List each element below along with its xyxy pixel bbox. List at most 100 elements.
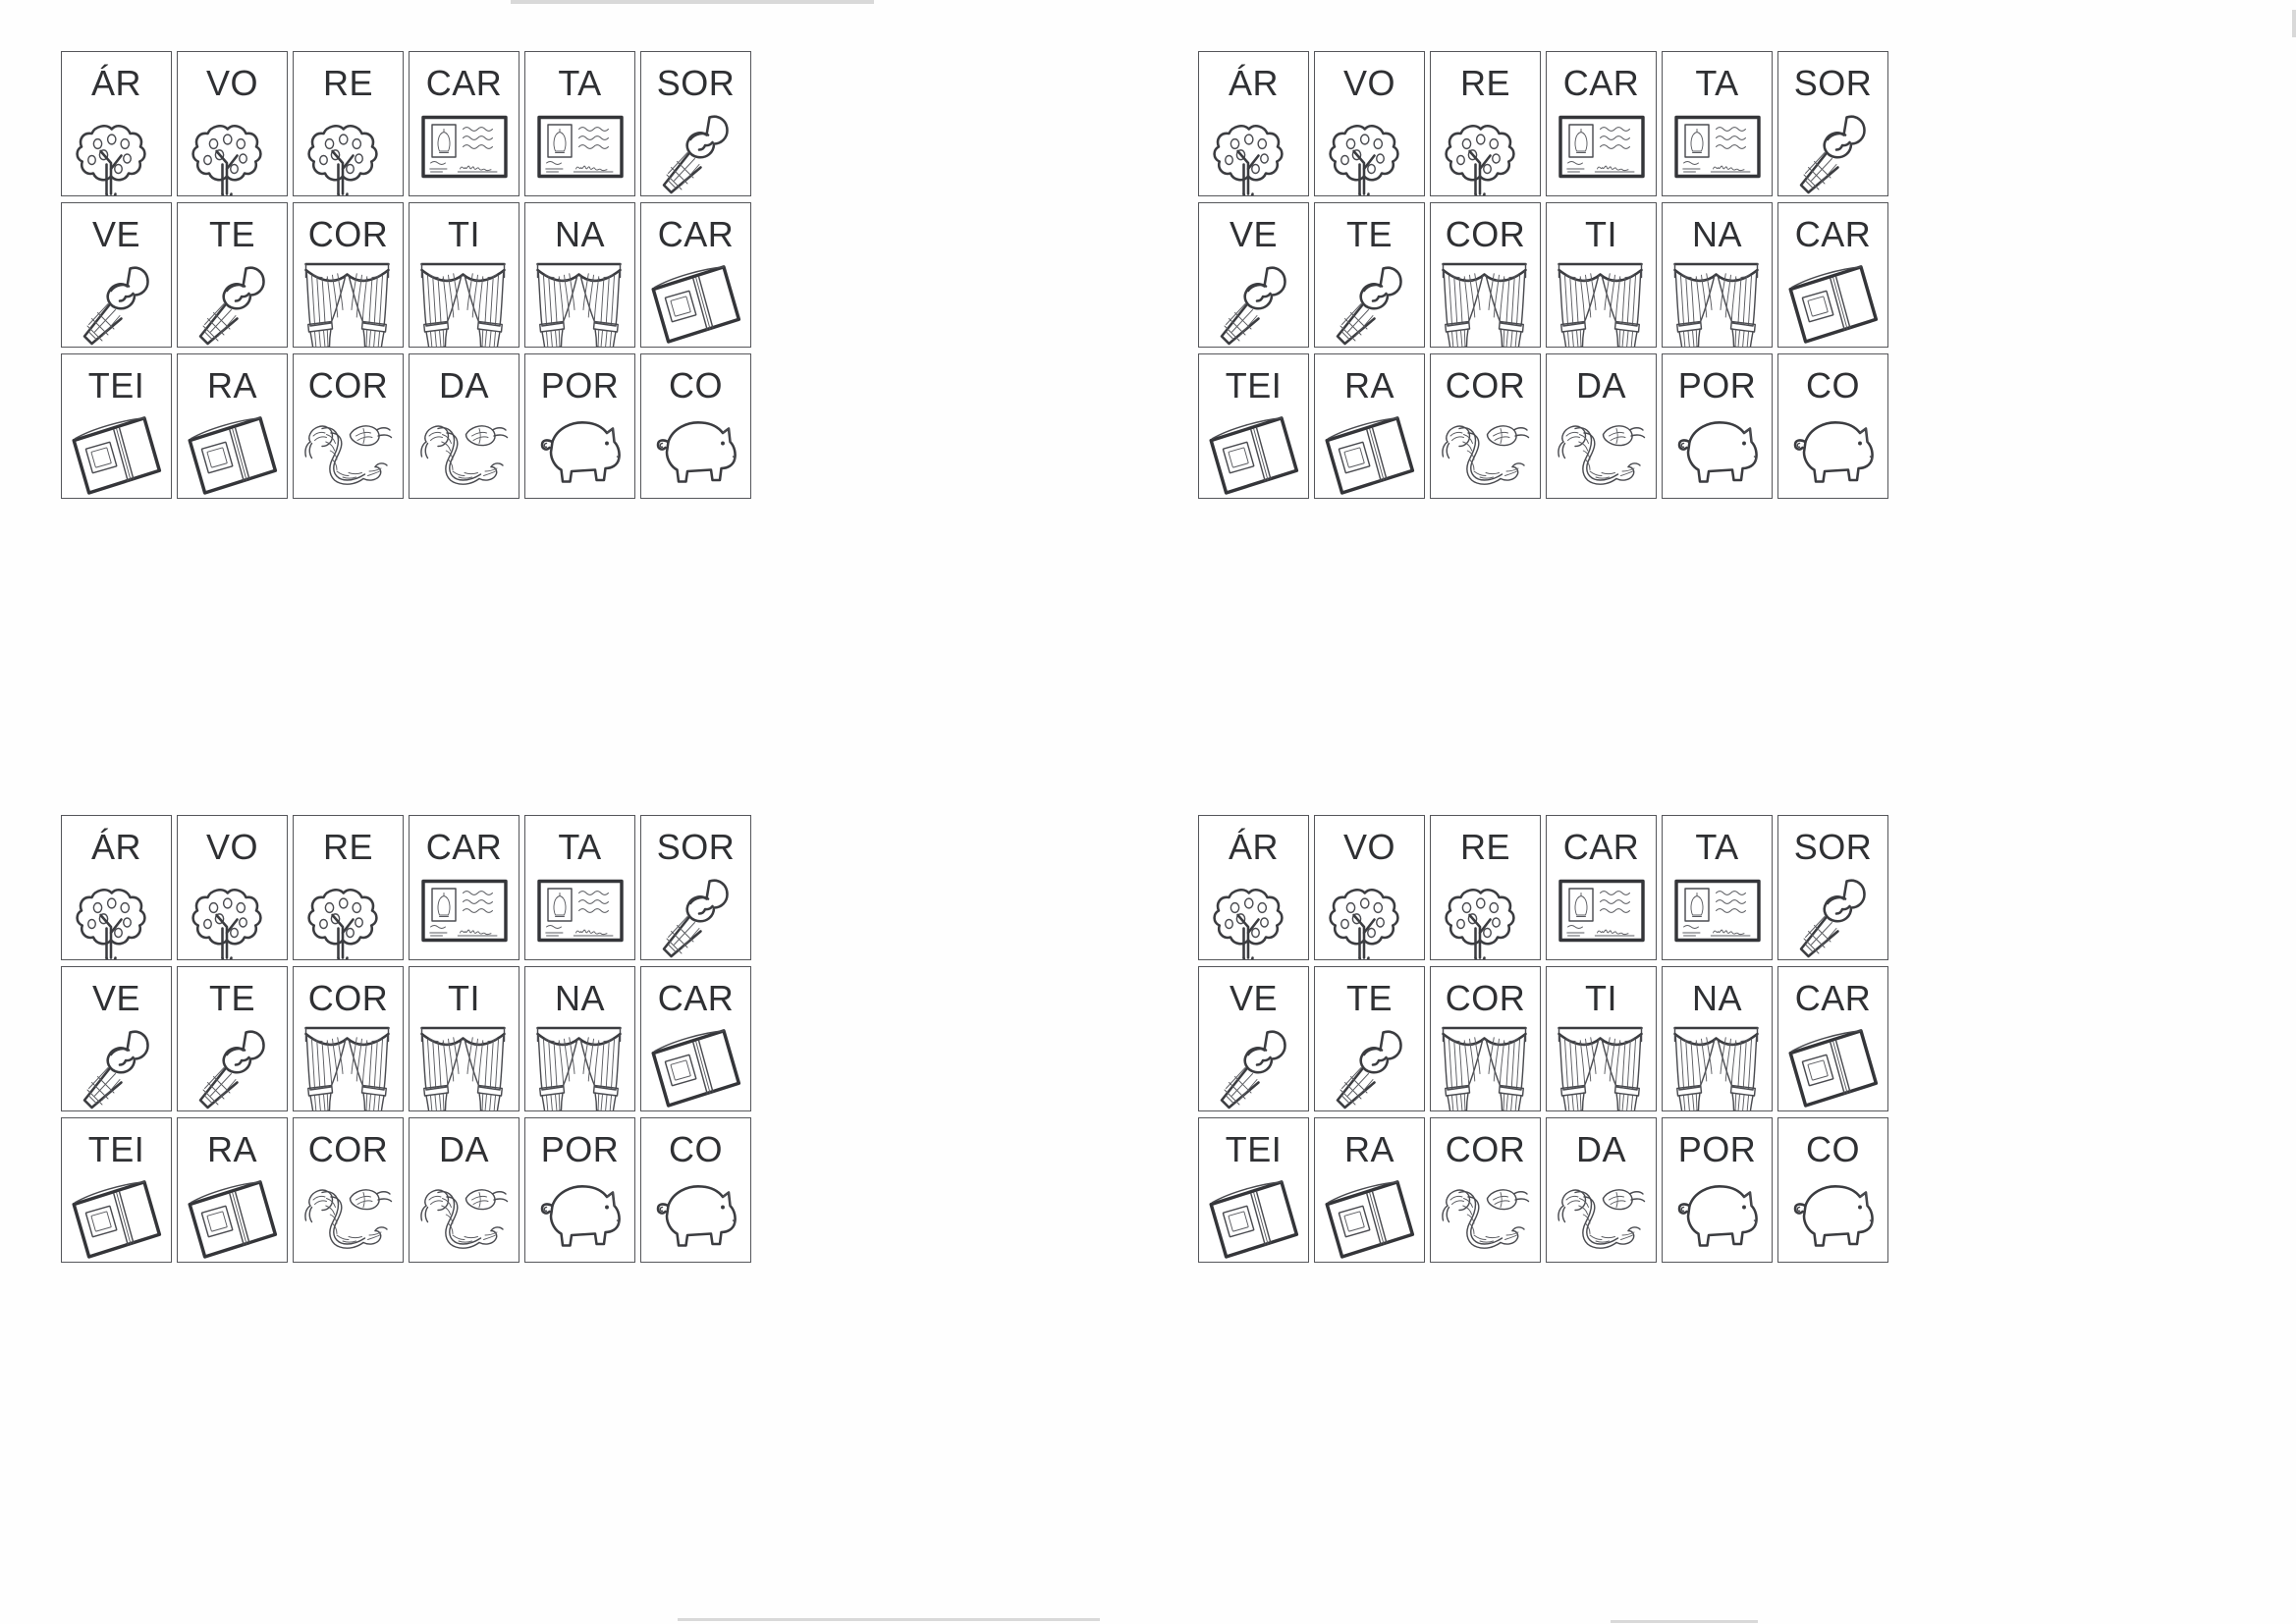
flashcard-por-16[interactable]: POR — [1662, 1117, 1773, 1263]
flashcard-car-3[interactable]: CAR — [1546, 815, 1657, 960]
flashcard-car-11[interactable]: CAR — [1777, 966, 1888, 1111]
flashcard-sor-5[interactable]: SOR — [640, 51, 751, 196]
flashcard-label: TEI — [1225, 1129, 1283, 1169]
flashcard-grid: ÁR VO RE CAR TA SOR VE TE COR TI NA CAR TEI RA COR DA PO… — [1198, 815, 1888, 1263]
flashcard-ra-13[interactable]: RA — [177, 353, 288, 499]
flashcard-ra-13[interactable]: RA — [1314, 353, 1425, 499]
flashcard-ve-6[interactable]: VE — [61, 966, 172, 1111]
flashcard-r-0[interactable]: ÁR — [1198, 815, 1309, 960]
flashcard-label: TI — [1585, 214, 1617, 254]
flashcard-na-10[interactable]: NA — [524, 966, 635, 1111]
flashcard-ta-4[interactable]: TA — [1662, 815, 1773, 960]
flashcard-label: DA — [1575, 365, 1626, 406]
flashcard-co-17[interactable]: CO — [640, 1117, 751, 1263]
flashcard-ta-4[interactable]: TA — [524, 815, 635, 960]
flashcard-car-11[interactable]: CAR — [1777, 202, 1888, 348]
flashcard-vo-1[interactable]: VO — [177, 815, 288, 960]
flashcard-label: TE — [208, 978, 255, 1018]
flashcard-tei-12[interactable]: TEI — [1198, 1117, 1309, 1263]
flashcard-ta-4[interactable]: TA — [1662, 51, 1773, 196]
flashcard-re-2[interactable]: RE — [293, 815, 404, 960]
flashcard-tei-12[interactable]: TEI — [61, 353, 172, 499]
flashcard-co-17[interactable]: CO — [1777, 353, 1888, 499]
flashcard-tei-12[interactable]: TEI — [1198, 353, 1309, 499]
flashcard-car-11[interactable]: CAR — [640, 202, 751, 348]
flashcard-cor-14[interactable]: COR — [1430, 1117, 1541, 1263]
flashcard-co-17[interactable]: CO — [1777, 1117, 1888, 1263]
pig-icon — [1663, 404, 1772, 498]
flashcard-cor-14[interactable]: COR — [293, 353, 404, 499]
postcard-icon — [1663, 865, 1772, 959]
flashcard-cor-8[interactable]: COR — [1430, 202, 1541, 348]
flashcard-ti-9[interactable]: TI — [409, 966, 519, 1111]
pig-icon — [641, 1167, 750, 1262]
tree-icon — [62, 865, 171, 959]
flashcard-vo-1[interactable]: VO — [177, 51, 288, 196]
flashcard-te-7[interactable]: TE — [1314, 202, 1425, 348]
flashcard-por-16[interactable]: POR — [524, 353, 635, 499]
flashcard-ve-6[interactable]: VE — [1198, 966, 1309, 1111]
flashcard-ra-13[interactable]: RA — [1314, 1117, 1425, 1263]
flashcard-cor-14[interactable]: COR — [1430, 353, 1541, 499]
rope-icon — [410, 404, 519, 498]
flashcard-te-7[interactable]: TE — [177, 966, 288, 1111]
wallet-icon — [641, 252, 750, 347]
flashcard-da-15[interactable]: DA — [1546, 1117, 1657, 1263]
flashcard-ti-9[interactable]: TI — [409, 202, 519, 348]
flashcard-vo-1[interactable]: VO — [1314, 51, 1425, 196]
wallet-icon — [62, 404, 171, 498]
curtain-icon — [1547, 252, 1656, 347]
flashcard-ve-6[interactable]: VE — [1198, 202, 1309, 348]
flashcard-da-15[interactable]: DA — [409, 353, 519, 499]
flashcard-r-0[interactable]: ÁR — [61, 815, 172, 960]
flashcard-label: RA — [206, 365, 257, 406]
flashcard-na-10[interactable]: NA — [524, 202, 635, 348]
flashcard-ra-13[interactable]: RA — [177, 1117, 288, 1263]
tree-icon — [1199, 865, 1308, 959]
flashcard-ve-6[interactable]: VE — [61, 202, 172, 348]
flashcard-re-2[interactable]: RE — [1430, 815, 1541, 960]
flashcard-sor-5[interactable]: SOR — [640, 815, 751, 960]
flashcard-label: SOR — [656, 63, 736, 103]
flashcard-ti-9[interactable]: TI — [1546, 202, 1657, 348]
pig-icon — [1778, 404, 1887, 498]
flashcard-car-11[interactable]: CAR — [640, 966, 751, 1111]
flashcard-label: COR — [307, 978, 389, 1018]
flashcard-sor-5[interactable]: SOR — [1777, 51, 1888, 196]
flashcard-na-10[interactable]: NA — [1662, 202, 1773, 348]
flashcard-sor-5[interactable]: SOR — [1777, 815, 1888, 960]
flashcard-cor-8[interactable]: COR — [1430, 966, 1541, 1111]
flashcard-label: TA — [1695, 63, 1739, 103]
flashcard-ti-9[interactable]: TI — [1546, 966, 1657, 1111]
rope-icon — [1547, 404, 1656, 498]
quadrant-container: ÁR VO RE CAR TA SOR VE TE COR TI NA CAR TEI RA COR DA PO… — [0, 0, 2296, 1624]
flashcard-por-16[interactable]: POR — [1662, 353, 1773, 499]
flashcard-da-15[interactable]: DA — [1546, 353, 1657, 499]
flashcard-label: ÁR — [90, 63, 141, 103]
flashcard-grid: ÁR VO RE CAR TA SOR VE TE COR TI NA CAR TEI RA COR DA PO… — [61, 51, 751, 499]
flashcard-tei-12[interactable]: TEI — [61, 1117, 172, 1263]
tree-icon — [1431, 865, 1540, 959]
flashcard-na-10[interactable]: NA — [1662, 966, 1773, 1111]
flashcard-te-7[interactable]: TE — [177, 202, 288, 348]
flashcard-por-16[interactable]: POR — [524, 1117, 635, 1263]
flashcard-ta-4[interactable]: TA — [524, 51, 635, 196]
flashcard-cor-8[interactable]: COR — [293, 202, 404, 348]
flashcard-label: RE — [1459, 827, 1510, 867]
flashcard-car-3[interactable]: CAR — [409, 815, 519, 960]
flashcard-r-0[interactable]: ÁR — [1198, 51, 1309, 196]
flashcard-da-15[interactable]: DA — [409, 1117, 519, 1263]
flashcard-cor-14[interactable]: COR — [293, 1117, 404, 1263]
flashcard-te-7[interactable]: TE — [1314, 966, 1425, 1111]
flashcard-car-3[interactable]: CAR — [1546, 51, 1657, 196]
flashcard-r-0[interactable]: ÁR — [61, 51, 172, 196]
icecream-icon — [178, 1016, 287, 1110]
flashcard-car-3[interactable]: CAR — [409, 51, 519, 196]
flashcard-re-2[interactable]: RE — [293, 51, 404, 196]
flashcard-co-17[interactable]: CO — [640, 353, 751, 499]
flashcard-vo-1[interactable]: VO — [1314, 815, 1425, 960]
flashcard-grid: ÁR VO RE CAR TA SOR VE TE COR TI NA CAR TEI RA COR DA PO… — [61, 815, 751, 1263]
flashcard-cor-8[interactable]: COR — [293, 966, 404, 1111]
wallet-icon — [1778, 1016, 1887, 1110]
flashcard-re-2[interactable]: RE — [1430, 51, 1541, 196]
